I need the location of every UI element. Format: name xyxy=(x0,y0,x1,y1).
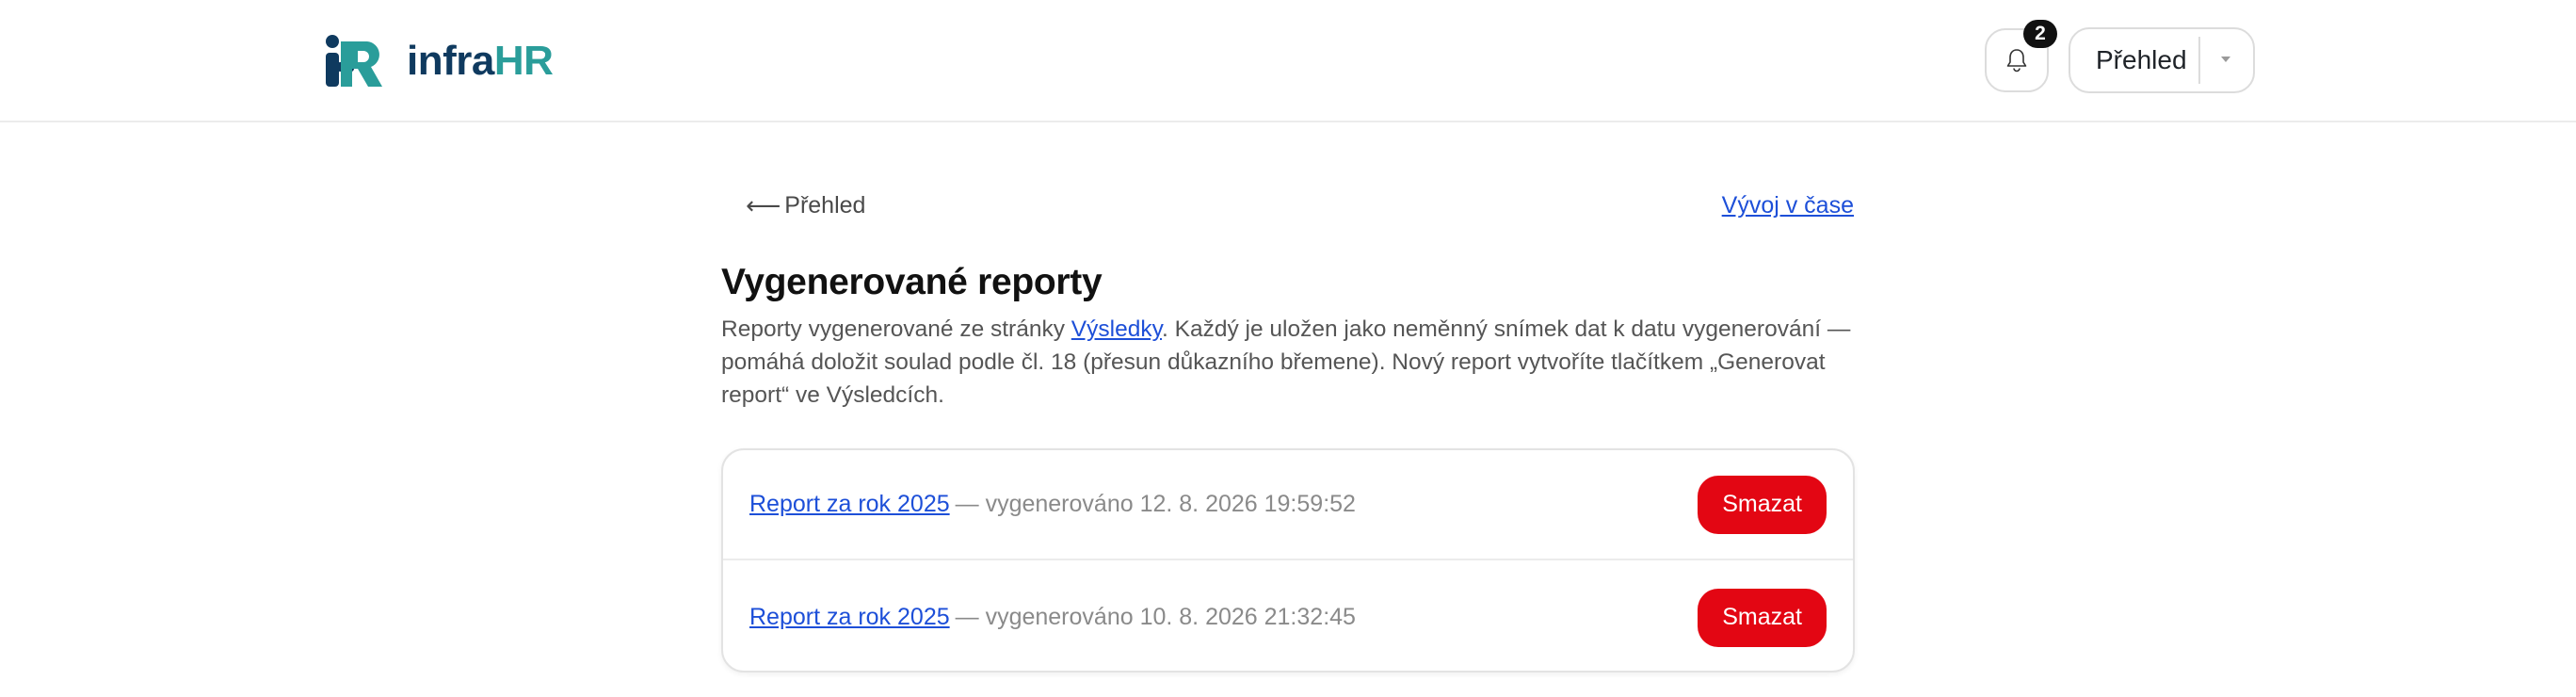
notification-count-badge: 2 xyxy=(2023,20,2057,48)
back-link-label: Přehled xyxy=(784,191,866,219)
logo-text-infra: infra xyxy=(407,38,494,84)
page-title: Vygenerované reporty xyxy=(721,262,1103,302)
report-generated-at: — vygenerováno 10. 8. 2026 21:32:45 xyxy=(955,604,1356,630)
report-link[interactable]: Report za rok 2025 xyxy=(749,604,950,631)
logo-text-hr: HR xyxy=(493,38,554,84)
chevron-down-icon[interactable] xyxy=(2221,57,2230,62)
bell-icon xyxy=(2006,49,2027,73)
report-generated-at: — vygenerováno 12. 8. 2026 19:59:52 xyxy=(955,491,1356,517)
view-select[interactable]: Přehled xyxy=(2069,27,2255,93)
logo-text: infraHR xyxy=(407,38,554,84)
results-link[interactable]: Výsledky xyxy=(1071,316,1162,342)
list-item: Report za rok 2025 — vygenerováno 10. 8.… xyxy=(723,562,1853,673)
logo[interactable]: infraHR xyxy=(324,34,554,89)
back-link[interactable]: ⟵ Přehled xyxy=(746,188,865,222)
view-select-value: Přehled xyxy=(2096,45,2187,74)
trend-link[interactable]: Vývoj v čase xyxy=(1722,188,1854,222)
top-bar: infraHR 2 Přehled xyxy=(0,0,2576,122)
list-item: Report za rok 2025 — vygenerováno 12. 8.… xyxy=(723,450,1853,560)
view-select-divider xyxy=(2198,37,2200,84)
reports-list: Report za rok 2025 — vygenerováno 12. 8.… xyxy=(721,448,1855,673)
report-link[interactable]: Report za rok 2025 xyxy=(749,491,950,518)
page-intro: Reporty vygenerované ze stránky Výsledky… xyxy=(721,313,1860,412)
logo-mark-icon xyxy=(326,35,382,87)
arrow-left-icon: ⟵ xyxy=(746,190,781,219)
delete-report-button[interactable]: Smazat xyxy=(1698,588,1827,647)
intro-text-before: Reporty vygenerované ze stránky xyxy=(721,316,1071,342)
delete-report-button[interactable]: Smazat xyxy=(1698,475,1827,534)
